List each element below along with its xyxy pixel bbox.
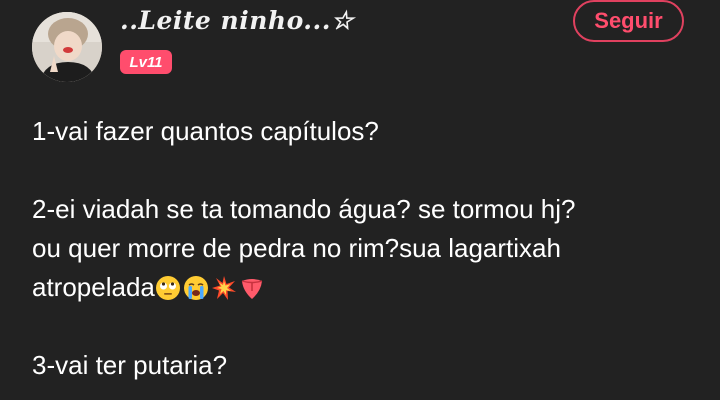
loudly-crying-emoji-icon — [183, 276, 208, 300]
post-line-with-emojis: atropelada — [32, 268, 702, 307]
collision-icon — [211, 276, 236, 300]
username[interactable]: ..Leite ninho...☆ — [120, 6, 354, 35]
avatar[interactable] — [32, 12, 102, 82]
post-line: 2-ei viadah se ta tomando água? se tormo… — [32, 194, 576, 224]
avatar-image — [32, 12, 102, 82]
follow-button[interactable]: Seguir — [573, 0, 684, 42]
post-line: 3-vai ter putaria? — [32, 350, 228, 380]
post-content: 1-vai fazer quantos capítulos? 2-ei viad… — [32, 112, 702, 385]
post-line: ou quer morre de pedra no rim?sua lagart… — [32, 233, 561, 263]
post-line: 1-vai fazer quantos capítulos? — [32, 116, 379, 146]
post-line-text: atropelada — [32, 272, 155, 302]
tongue-icon — [241, 279, 263, 299]
level-badge: Lv11 — [120, 50, 172, 74]
eye-roll-emoji-icon — [155, 276, 180, 300]
